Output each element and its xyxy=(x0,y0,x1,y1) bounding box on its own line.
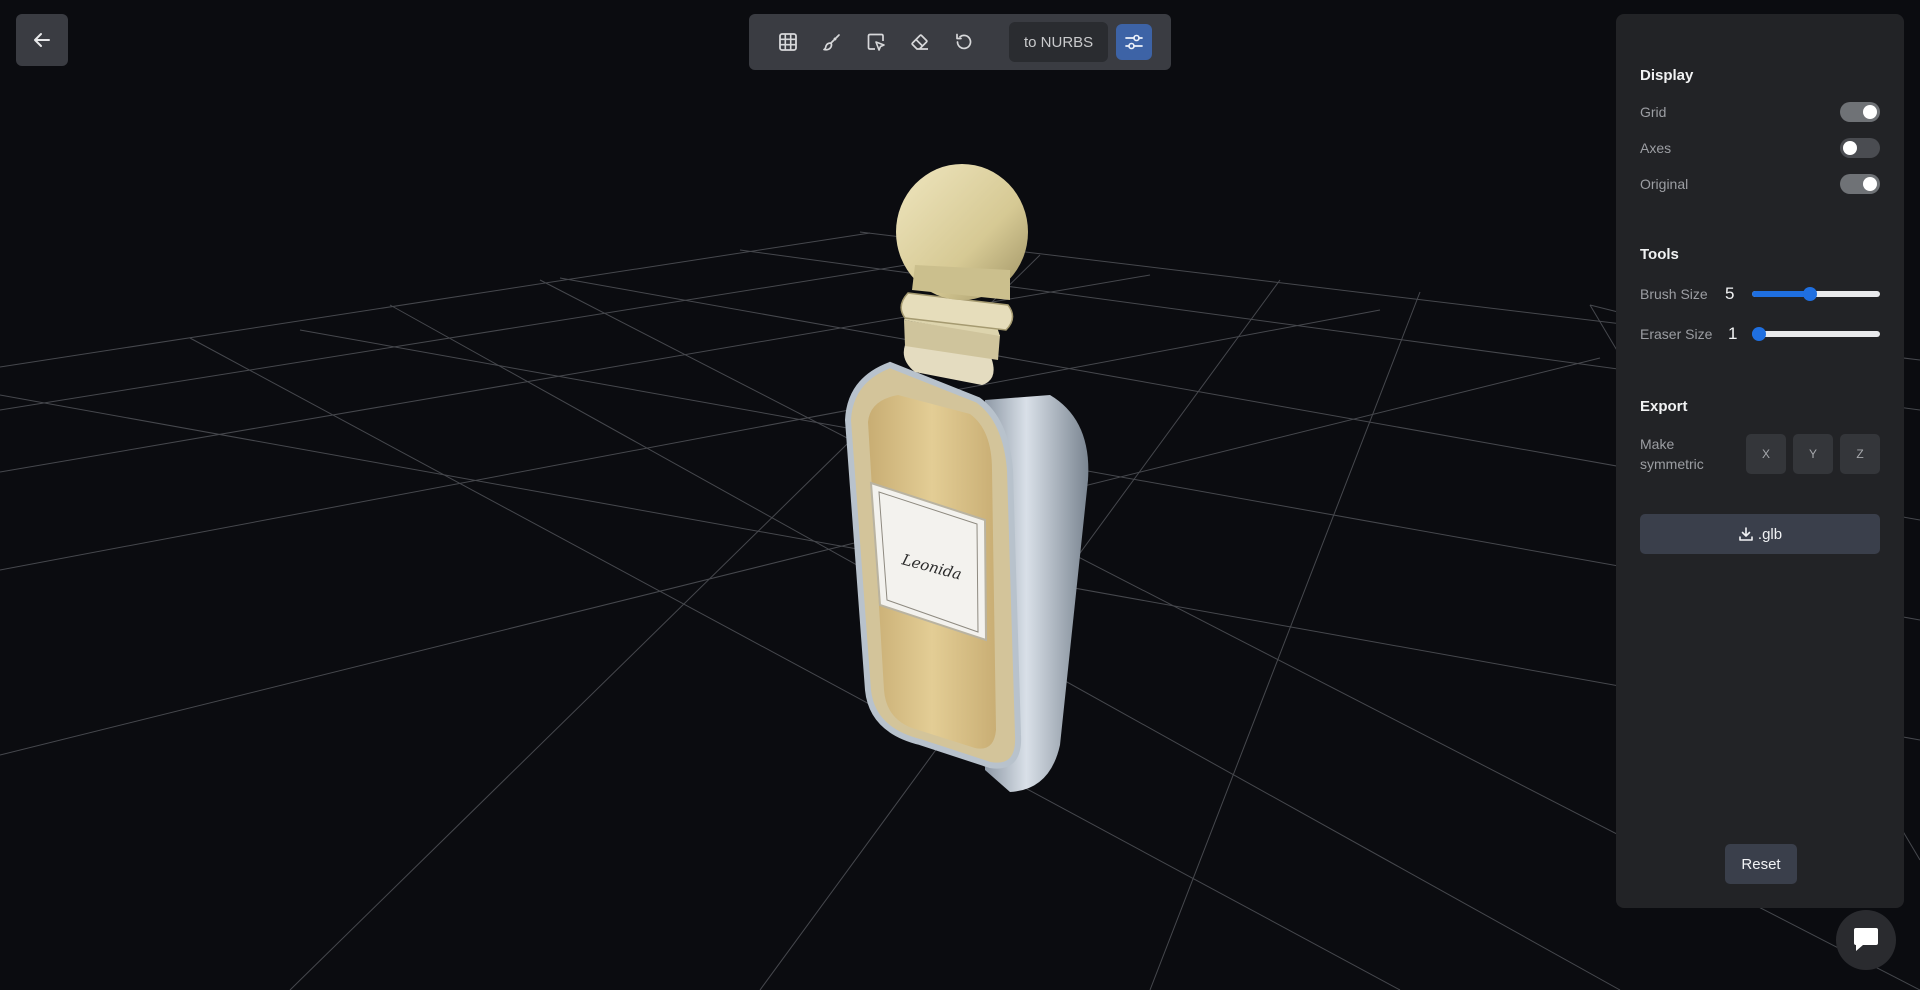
export-section-title: Export xyxy=(1640,398,1688,415)
eraser-tool-button[interactable] xyxy=(903,25,937,59)
axes-toggle-label: Axes xyxy=(1640,140,1672,156)
brush-icon xyxy=(823,34,840,51)
select-tool-button[interactable] xyxy=(859,25,893,59)
brush-size-label: Brush Size xyxy=(1640,286,1708,302)
perfume-bottle-model[interactable]: Leonida xyxy=(844,164,1089,792)
symmetric-z-button[interactable]: Z xyxy=(1840,434,1880,474)
axes-toggle[interactable] xyxy=(1840,138,1880,158)
grid-toggle[interactable] xyxy=(1840,102,1880,122)
undo-icon xyxy=(956,33,972,50)
brush-tool-button[interactable] xyxy=(815,25,849,59)
eraser-size-slider[interactable] xyxy=(1752,324,1880,344)
symmetric-x-button[interactable]: X xyxy=(1746,434,1786,474)
original-toggle[interactable] xyxy=(1840,174,1880,194)
tools-section-title: Tools xyxy=(1640,246,1679,263)
to-nurbs-button[interactable]: to NURBS xyxy=(1009,22,1109,62)
symmetric-y-button[interactable]: Y xyxy=(1793,434,1833,474)
select-icon xyxy=(867,33,885,51)
settings-panel: Display Grid Axes Original Tools Brush S… xyxy=(1616,14,1904,908)
eraser-size-value: 1 xyxy=(1728,324,1738,343)
make-symmetric-label: Make symmetric xyxy=(1640,436,1704,472)
original-toggle-label: Original xyxy=(1640,176,1689,192)
download-icon xyxy=(1739,527,1753,541)
grid-icon xyxy=(779,33,797,51)
grid-tool-button[interactable] xyxy=(771,25,805,59)
top-toolbar: to NURBS xyxy=(749,14,1171,70)
export-glb-button[interactable]: .glb xyxy=(1640,514,1880,554)
reset-button[interactable]: Reset xyxy=(1725,844,1797,884)
export-glb-label: .glb xyxy=(1757,525,1783,543)
brush-size-slider[interactable] xyxy=(1752,284,1880,304)
chat-button[interactable] xyxy=(1836,910,1896,970)
sliders-icon xyxy=(1125,34,1144,50)
eraser-size-label: Eraser Size xyxy=(1640,326,1713,342)
arrow-left-icon xyxy=(34,33,50,47)
grid-toggle-label: Grid xyxy=(1640,104,1667,120)
eraser-icon xyxy=(911,34,928,50)
display-section-title: Display xyxy=(1640,67,1694,84)
settings-toggle-button[interactable] xyxy=(1116,24,1153,60)
chat-bubble-icon xyxy=(1854,928,1878,951)
back-button[interactable] xyxy=(16,14,68,66)
brush-size-value: 5 xyxy=(1725,284,1735,303)
undo-button[interactable] xyxy=(947,25,981,59)
